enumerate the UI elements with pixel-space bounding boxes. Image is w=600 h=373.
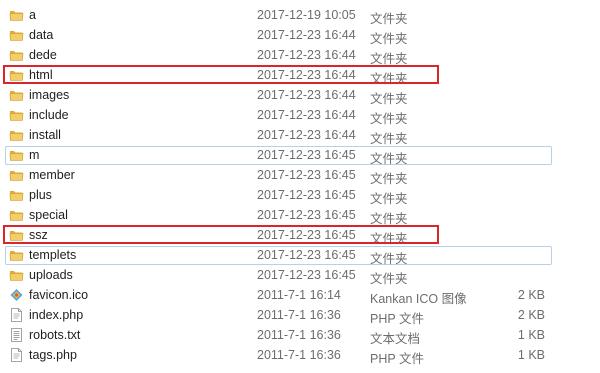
file-row[interactable]: a 2017-12-19 10:05 文件夹	[0, 5, 600, 26]
file-name: tags.php	[29, 348, 77, 362]
file-row[interactable]: special 2017-12-23 16:45 文件夹	[0, 205, 600, 226]
file-row[interactable]: tags.php 2011-7-1 16:36 PHP 文件 1 KB	[0, 345, 600, 366]
date-modified: 2017-12-23 16:44	[257, 48, 356, 62]
folder-icon	[9, 268, 24, 282]
date-modified: 2017-12-23 16:44	[257, 128, 356, 142]
file-row[interactable]: data 2017-12-23 16:44 文件夹	[0, 25, 600, 46]
file-row[interactable]: m 2017-12-23 16:45 文件夹	[0, 145, 600, 166]
file-name: html	[29, 68, 53, 82]
file-row[interactable]: plus 2017-12-23 16:45 文件夹	[0, 185, 600, 206]
folder-icon	[9, 148, 24, 162]
file-row[interactable]: index.php 2011-7-1 16:36 PHP 文件 2 KB	[0, 305, 600, 326]
date-modified: 2011-7-1 16:14	[257, 288, 341, 302]
file-row[interactable]: install 2017-12-23 16:44 文件夹	[0, 125, 600, 146]
folder-icon	[9, 188, 24, 202]
date-modified: 2017-12-19 10:05	[257, 8, 356, 22]
date-modified: 2017-12-23 16:44	[257, 88, 356, 102]
folder-icon	[9, 208, 24, 222]
folder-icon	[9, 228, 24, 242]
file-name: dede	[29, 48, 57, 62]
date-modified: 2017-12-23 16:45	[257, 268, 356, 282]
php-file-icon	[9, 348, 24, 362]
folder-icon	[9, 8, 24, 22]
file-list: a 2017-12-19 10:05 文件夹 data 2017-12-23 16:44…	[0, 5, 600, 366]
file-name: a	[29, 8, 36, 22]
file-name: plus	[29, 188, 52, 202]
folder-icon	[9, 128, 24, 142]
file-row[interactable]: uploads 2017-12-23 16:45 文件夹	[0, 265, 600, 286]
date-modified: 2011-7-1 16:36	[257, 328, 341, 342]
file-row[interactable]: member 2017-12-23 16:45 文件夹	[0, 165, 600, 186]
date-modified: 2017-12-23 16:45	[257, 228, 356, 242]
file-row[interactable]: dede 2017-12-23 16:44 文件夹	[0, 45, 600, 66]
date-modified: 2017-12-23 16:44	[257, 28, 356, 42]
file-name: include	[29, 108, 69, 122]
file-row[interactable]: robots.txt 2011-7-1 16:36 文本文档 1 KB	[0, 325, 600, 346]
file-row[interactable]: favicon.ico 2011-7-1 16:14 Kankan ICO 图像 2 …	[0, 285, 600, 306]
file-row[interactable]: ssz 2017-12-23 16:45 文件夹	[0, 225, 600, 246]
file-name: templets	[29, 248, 77, 262]
file-size: 1 KB	[517, 328, 545, 342]
file-name: member	[29, 168, 75, 182]
file-row[interactable]: include 2017-12-23 16:44 文件夹	[0, 105, 600, 126]
date-modified: 2017-12-23 16:45	[257, 168, 356, 182]
text-file-icon	[9, 328, 24, 342]
date-modified: 2011-7-1 16:36	[257, 348, 341, 362]
file-row[interactable]: images 2017-12-23 16:44 文件夹	[0, 85, 600, 106]
date-modified: 2017-12-23 16:45	[257, 208, 356, 222]
file-name: ssz	[29, 228, 48, 242]
file-name: robots.txt	[29, 328, 81, 342]
folder-icon	[9, 88, 24, 102]
file-type: PHP 文件	[370, 352, 424, 366]
file-name: uploads	[29, 268, 73, 282]
php-file-icon	[9, 308, 24, 322]
file-size: 1 KB	[517, 348, 545, 362]
folder-icon	[9, 68, 24, 82]
file-name: images	[29, 88, 70, 102]
folder-icon	[9, 28, 24, 42]
folder-icon	[9, 248, 24, 262]
folder-icon	[9, 48, 24, 62]
folder-icon	[9, 108, 24, 122]
date-modified: 2017-12-23 16:45	[257, 148, 356, 162]
ico-file-icon	[9, 288, 24, 302]
date-modified: 2017-12-23 16:45	[257, 188, 356, 202]
file-row[interactable]: html 2017-12-23 16:44 文件夹	[0, 65, 600, 86]
date-modified: 2017-12-23 16:44	[257, 108, 356, 122]
folder-icon	[9, 168, 24, 182]
date-modified: 2011-7-1 16:36	[257, 308, 341, 322]
file-name: favicon.ico	[29, 288, 89, 302]
file-name: index.php	[29, 308, 84, 322]
file-name: m	[29, 148, 40, 162]
file-name: install	[29, 128, 61, 142]
date-modified: 2017-12-23 16:45	[257, 248, 356, 262]
file-name: data	[29, 28, 54, 42]
date-modified: 2017-12-23 16:44	[257, 68, 356, 82]
file-size: 2 KB	[517, 288, 545, 302]
file-size: 2 KB	[517, 308, 545, 322]
file-name: special	[29, 208, 68, 222]
file-row[interactable]: templets 2017-12-23 16:45 文件夹	[0, 245, 600, 266]
